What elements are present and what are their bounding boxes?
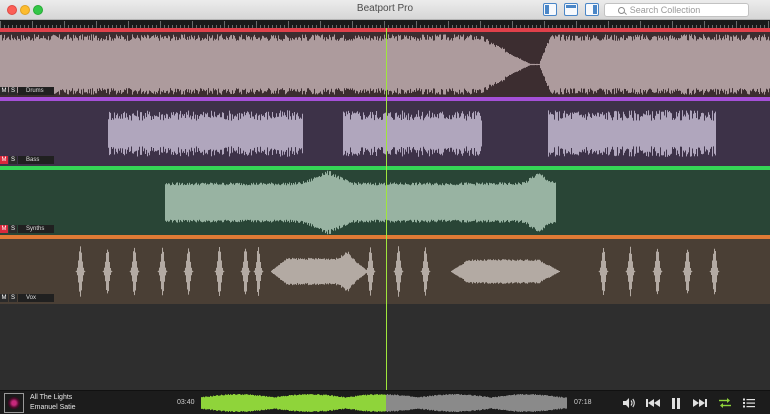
waveform-peaks [165,170,556,235]
repeat-shuffle-icon [719,398,731,408]
track-name-label: Synths [18,225,54,233]
search-icon [618,7,626,14]
solo-button[interactable]: S [9,225,17,233]
right-panel-toggle-button[interactable] [585,3,599,16]
track-waveform-area[interactable] [0,239,770,304]
player-bar: All The Lights Emanuel Satie 03:40 07:18 [0,390,770,414]
mute-button[interactable]: M [0,87,8,95]
solo-button[interactable]: S [9,87,17,95]
search-box[interactable] [604,3,749,17]
app-window: Beatport Pro M S Drums M S Bass [0,0,770,414]
track-controls: M S Bass [0,156,54,164]
now-playing-title[interactable]: All The Lights [30,394,72,401]
title-bar: Beatport Pro [0,0,770,20]
track-waveform-area[interactable] [0,170,770,235]
track-controls: M S Vox [0,294,54,302]
album-artwork[interactable] [4,393,24,413]
solo-button[interactable]: S [9,294,17,302]
now-playing-artist[interactable]: Emanuel Satie [30,404,76,411]
track-synths[interactable]: M S Synths [0,166,770,235]
mute-button[interactable]: M [0,294,8,302]
skip-forward-icon [693,399,707,407]
track-bass[interactable]: M S Bass [0,97,770,166]
track-waveform-area[interactable] [0,32,770,97]
left-panel-toggle-button[interactable] [543,3,557,16]
track-name-label: Vox [18,294,54,302]
waveform-peaks [0,34,770,95]
list-icon [743,398,755,408]
track-controls: M S Drums [0,87,54,95]
mute-button[interactable]: M [0,225,8,233]
waveform-drums [0,34,770,95]
elapsed-time: 03:40 [177,399,195,406]
overview-waveform [201,394,567,412]
speaker-icon [623,398,635,408]
waveform-peaks [108,110,716,157]
waveform-peaks [75,246,720,297]
volume-button[interactable] [620,396,638,410]
repeat-shuffle-button[interactable] [717,396,733,410]
empty-track-area[interactable] [0,304,770,390]
queue-list-button[interactable] [742,396,756,410]
track-drums[interactable]: M S Drums [0,28,770,97]
overview-remaining [386,394,567,412]
track-overview-waveform[interactable] [201,393,567,413]
previous-track-button[interactable] [645,396,661,410]
search-input[interactable] [629,5,735,15]
artwork-image [8,397,20,409]
waveform-bass [108,110,716,157]
skip-back-icon [646,399,660,407]
top-panel-toggle-button[interactable] [564,3,578,16]
track-controls: M S Synths [0,225,54,233]
timeline-ruler[interactable] [0,20,770,28]
mute-button[interactable]: M [0,156,8,164]
solo-button[interactable]: S [9,156,17,164]
track-name-label: Bass [18,156,54,164]
ruler-ticks [0,21,769,28]
pause-icon [672,397,680,409]
track-waveform-area[interactable] [0,101,770,166]
waveform-synths [165,170,556,235]
pause-button[interactable] [669,396,683,410]
track-name-label: Drums [18,87,54,95]
next-track-button[interactable] [692,396,708,410]
waveform-vox [75,246,720,297]
playhead[interactable] [386,28,387,390]
overview-played [201,394,386,412]
total-time: 07:18 [574,399,592,406]
track-vox[interactable]: M S Vox [0,235,770,304]
